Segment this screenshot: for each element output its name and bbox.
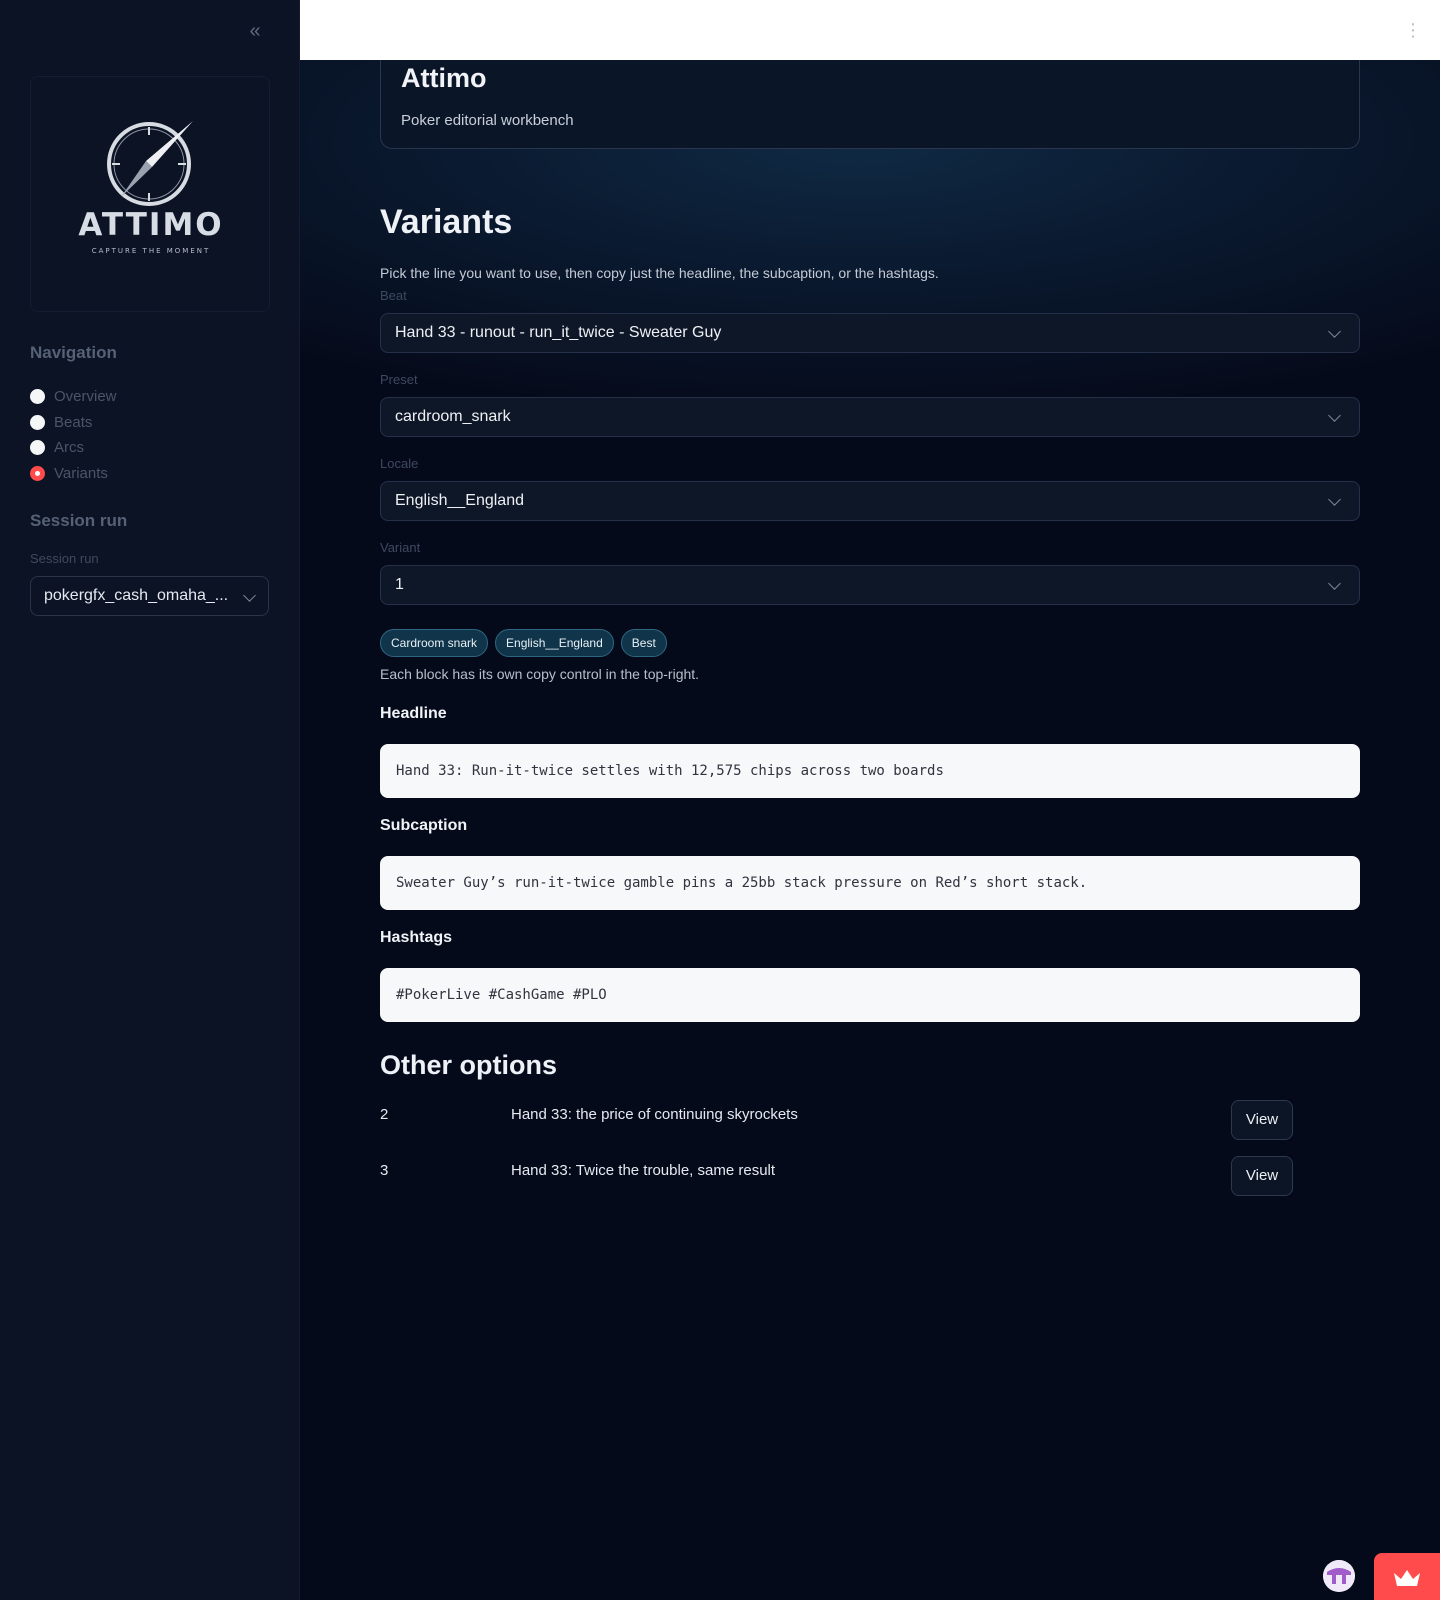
logo-tagline: CAPTURE THE MOMENT	[91, 247, 211, 255]
chevron-down-icon	[1328, 493, 1341, 506]
beat-label: Beat	[380, 288, 407, 303]
option-row: 3 Hand 33: Twice the trouble, same resul…	[380, 1156, 1360, 1196]
variant-tags: Cardroom snark English__England Best	[380, 629, 667, 657]
nav-item-beats[interactable]: Beats	[30, 410, 117, 436]
view-button[interactable]: View	[1231, 1100, 1293, 1140]
variant-select[interactable]: 1	[380, 565, 1360, 605]
radio-button[interactable]	[30, 414, 45, 430]
hashtags-label: Hashtags	[380, 929, 453, 946]
navigation-radio-group: Overview Beats Arcs Variants	[30, 384, 117, 486]
beat-select[interactable]: Hand 33 - runout - run_it_twice - Sweate…	[380, 313, 1360, 353]
option-text: Hand 33: Twice the trouble, same result	[511, 1162, 776, 1179]
chevron-down-icon	[1328, 409, 1341, 422]
option-row: 2 Hand 33: the price of continuing skyro…	[380, 1100, 1360, 1140]
subcaption-text: Sweater Guy’s run-it-twice gamble pins a…	[396, 875, 1088, 891]
nav-item-variants[interactable]: Variants	[30, 461, 117, 487]
subcaption-code-block[interactable]: Sweater Guy’s run-it-twice gamble pins a…	[380, 856, 1360, 910]
beat-value: Hand 33 - runout - run_it_twice - Sweate…	[395, 324, 722, 341]
tag-chip: Cardroom snark	[380, 629, 489, 657]
chevron-down-icon	[243, 589, 256, 602]
headline-code-block[interactable]: Hand 33: Run-it-twice settles with 12,57…	[380, 744, 1360, 798]
preset-label: Preset	[380, 372, 418, 387]
copy-note: Each block has its own copy control in t…	[380, 666, 700, 682]
variant-label: Variant	[380, 540, 421, 555]
option-text: Hand 33: the price of continuing skyrock…	[511, 1106, 798, 1123]
compass-icon	[107, 121, 193, 206]
session-run-value: pokergfx_cash_omaha_...	[44, 587, 229, 604]
sidebar: « ATTIMO CAPTURE THE MOMENT Navigation O…	[0, 0, 300, 1600]
hashtags-text: #PokerLive #CashGame #PLO	[396, 987, 607, 1003]
navigation-heading: Navigation	[30, 343, 117, 362]
chevron-down-icon	[1328, 577, 1341, 590]
double-chevron-left-icon: «	[249, 20, 261, 42]
nav-item-label: Variants	[54, 464, 108, 482]
locale-value: English__England	[395, 492, 524, 509]
session-run-heading: Session run	[30, 511, 128, 530]
option-number: 2	[380, 1106, 389, 1123]
avatar-button[interactable]	[1323, 1560, 1355, 1592]
logo-wordmark: ATTIMO	[78, 207, 224, 243]
nav-item-label: Beats	[54, 413, 93, 431]
main-menu-button[interactable]: ⋮	[1404, 20, 1422, 40]
preset-value: cardroom_snark	[395, 408, 511, 425]
headline-text: Hand 33: Run-it-twice settles with 12,57…	[396, 763, 944, 779]
subcaption-label: Subcaption	[380, 817, 468, 834]
headline-label: Headline	[380, 705, 447, 722]
preset-select[interactable]: cardroom_snark	[380, 397, 1360, 437]
crown-button[interactable]	[1374, 1553, 1440, 1600]
radio-button[interactable]	[30, 389, 45, 405]
top-bar: ⋮	[300, 0, 1440, 60]
app-title: Attimo	[401, 63, 487, 93]
view-button[interactable]: View	[1231, 1156, 1293, 1196]
nav-item-overview[interactable]: Overview	[30, 384, 117, 410]
tag-chip: Best	[620, 629, 667, 657]
chevron-down-icon	[1328, 325, 1341, 338]
intro-text: Pick the line you want to use, then copy…	[380, 265, 939, 281]
logo-card: ATTIMO CAPTURE THE MOMENT	[30, 76, 270, 312]
app-subtitle: Poker editorial workbench	[401, 112, 574, 129]
locale-select[interactable]: English__England	[380, 481, 1360, 521]
collapse-sidebar-button[interactable]: «	[244, 20, 266, 42]
vertical-dots-icon: ⋮	[1404, 20, 1422, 40]
nav-item-label: Overview	[54, 388, 117, 406]
page-title: Variants	[380, 203, 513, 241]
session-run-select[interactable]: pokergfx_cash_omaha_...	[30, 576, 269, 616]
avatar-icon	[1323, 1560, 1355, 1592]
nav-item-arcs[interactable]: Arcs	[30, 435, 117, 461]
locale-label: Locale	[380, 456, 419, 471]
other-options-heading: Other options	[380, 1050, 557, 1080]
radio-button-selected[interactable]	[30, 465, 45, 481]
option-number: 3	[380, 1162, 389, 1179]
main-content: ⋮ Attimo Poker editorial workbench Varia…	[300, 0, 1440, 1600]
radio-button[interactable]	[30, 440, 45, 456]
hashtags-code-block[interactable]: #PokerLive #CashGame #PLO	[380, 968, 1360, 1022]
tag-chip: English__England	[495, 629, 614, 657]
session-run-label: Session run	[30, 551, 99, 566]
variant-value: 1	[395, 576, 404, 593]
nav-item-label: Arcs	[54, 439, 84, 457]
crown-icon	[1394, 1570, 1420, 1586]
